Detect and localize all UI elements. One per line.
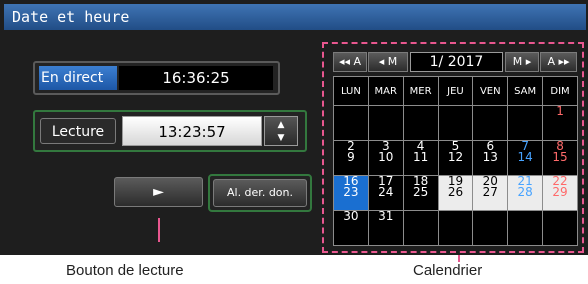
- calendar-day-cell: [402, 105, 439, 141]
- panel-title: Date et heure: [12, 8, 130, 26]
- calendar-day-cell[interactable]: 18 25: [402, 175, 439, 211]
- weekday-header: MAR: [367, 76, 404, 106]
- playback-label: Lecture: [40, 118, 116, 144]
- calendar-day-cell[interactable]: 16 23: [333, 175, 369, 211]
- calendar-week-row: 1: [333, 105, 578, 141]
- weekday-header: LUN: [333, 76, 369, 106]
- calendar-day-cell: [367, 105, 404, 141]
- play-button[interactable]: ►: [114, 177, 203, 207]
- calendar-day-cell[interactable]: 1: [542, 105, 578, 141]
- calendar-grid: LUN MAR MER JEU VEN SAM DIM 12 93 10 4 11…: [333, 76, 578, 246]
- weekday-header: VEN: [472, 76, 509, 106]
- calendar-day-cell[interactable]: 6 13: [472, 140, 509, 176]
- last-data-button[interactable]: Al. der. don.: [213, 179, 307, 207]
- calendar-day-cell[interactable]: 22 29: [542, 175, 578, 211]
- calendar-day-cell: [437, 105, 474, 141]
- play-pointer-line: [158, 218, 160, 242]
- calendar-day-cell[interactable]: 8 15: [542, 140, 578, 176]
- calendar-day-cell[interactable]: 20 27: [472, 175, 509, 211]
- calendar-day-cell[interactable]: 17 24: [367, 175, 404, 211]
- weekday-header: DIM: [542, 76, 578, 106]
- calendar-day-cell: [333, 105, 369, 141]
- play-icon: ►: [153, 184, 164, 200]
- calendar-day-cell[interactable]: 4 11: [402, 140, 439, 176]
- weekday-header: SAM: [507, 76, 544, 106]
- calendar-week-row: 2 93 10 4 11 5 12 6 13 7 14 8 15: [333, 140, 578, 176]
- prev-month-button[interactable]: ◂ M: [368, 52, 408, 72]
- playback-time-group: Lecture 13:23:57 ▲ ▼: [33, 110, 307, 152]
- calendar-day-cell: [472, 210, 509, 246]
- prev-year-button[interactable]: ◂◂ A: [333, 52, 367, 72]
- calendar-caption: Calendrier: [413, 262, 483, 279]
- spinner-down-icon[interactable]: ▼: [265, 132, 297, 144]
- calendar-pointer-line: [458, 255, 460, 262]
- calendar-day-cell: [472, 105, 509, 141]
- calendar-day-cell[interactable]: 7 14: [507, 140, 544, 176]
- calendar-day-cell[interactable]: 2 9: [333, 140, 369, 176]
- calendar-day-cell[interactable]: 3 10: [367, 140, 404, 176]
- calendar-day-cell: [402, 210, 439, 246]
- time-spinner[interactable]: ▲ ▼: [264, 116, 298, 146]
- live-button[interactable]: En direct: [39, 66, 117, 90]
- calendar-day-cell[interactable]: 21 28: [507, 175, 544, 211]
- play-button-caption: Bouton de lecture: [66, 262, 184, 279]
- calendar-week-row: 16 23 17 24 18 25 19 26 20 27 21 28 22 29: [333, 175, 578, 211]
- calendar-day-cell: [542, 210, 578, 246]
- calendar-day-cell[interactable]: 31: [367, 210, 404, 246]
- calendar-nav: ◂◂ A ◂ M 1/ 2017 M ▸ A ▸▸: [333, 52, 577, 72]
- last-data-button-frame: Al. der. don.: [208, 174, 312, 212]
- live-time-group: En direct 16:36:25: [33, 61, 280, 95]
- calendar-day-cell[interactable]: 30: [333, 210, 369, 246]
- weekday-header: MER: [402, 76, 439, 106]
- live-time-display: 16:36:25: [119, 66, 273, 90]
- calendar-day-cell[interactable]: 19 26: [437, 175, 474, 211]
- calendar-day-cell[interactable]: 5 12: [437, 140, 474, 176]
- calendar-day-cell: [437, 210, 474, 246]
- playback-time-input[interactable]: 13:23:57: [122, 116, 262, 146]
- title-bar: Date et heure: [4, 4, 586, 30]
- calendar-day-cell: [507, 105, 544, 141]
- next-month-button[interactable]: M ▸: [505, 52, 539, 72]
- next-year-button[interactable]: A ▸▸: [540, 52, 577, 72]
- month-display: 1/ 2017: [410, 52, 503, 72]
- calendar-day-cell: [507, 210, 544, 246]
- calendar-week-row: 30 31: [333, 210, 578, 246]
- weekday-header: JEU: [437, 76, 474, 106]
- spinner-up-icon[interactable]: ▲: [265, 119, 297, 131]
